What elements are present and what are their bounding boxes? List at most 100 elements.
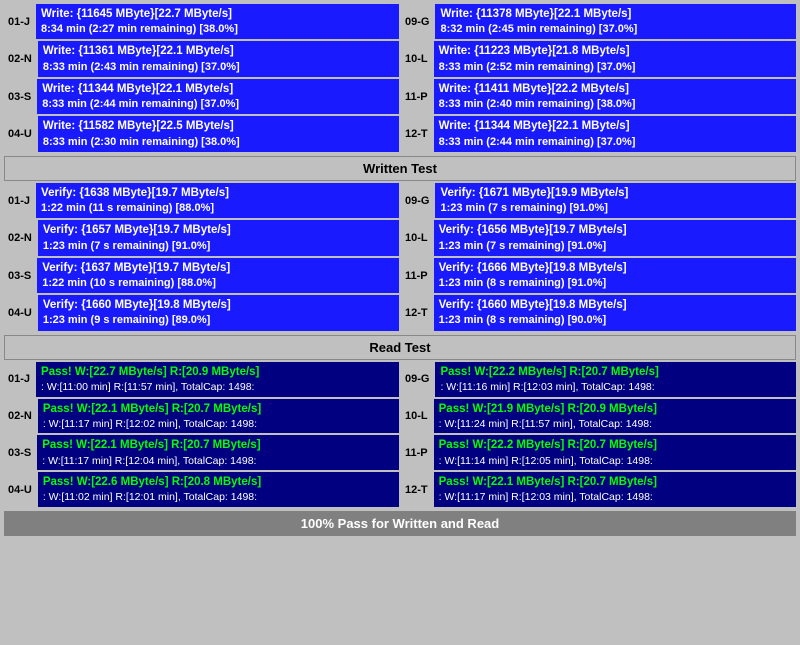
cell-line1: Write: {11344 MByte}[22.1 MByte/s] xyxy=(42,81,394,97)
cell-id-label: 09-G xyxy=(401,183,433,218)
cell-line1: Write: {11411 MByte}[22.2 MByte/s] xyxy=(439,81,791,97)
cell-content: Verify: {1666 MByte}[19.8 MByte/s]1:23 m… xyxy=(434,258,796,293)
cell-line2: 8:33 min (2:40 min remaining) [38.0%] xyxy=(439,97,791,112)
cell-id-label: 03-S xyxy=(4,79,35,114)
cell-line2: 8:33 min (2:30 min remaining) [38.0%] xyxy=(43,135,394,150)
cell-content: Verify: {1637 MByte}[19.7 MByte/s]1:22 m… xyxy=(37,258,399,293)
cell-id-label: 11-P xyxy=(401,79,432,114)
cell-line1: Write: {11223 MByte}[21.8 MByte/s] xyxy=(439,43,791,59)
cell-line2: : W:[11:00 min] R:[11:57 min], TotalCap:… xyxy=(41,380,394,395)
cell-id-label: 09-G xyxy=(401,362,433,397)
write-section: 01-JWrite: {11645 MByte}[22.7 MByte/s]8:… xyxy=(4,4,796,152)
cell-line2: 1:23 min (9 s remaining) [89.0%] xyxy=(43,313,394,328)
cell-line2: 8:33 min (2:44 min remaining) [37.0%] xyxy=(42,97,394,112)
cell-01-J: 01-J Verify: {1638 MByte}[19.7 MByte/s]1:… xyxy=(4,183,399,218)
cell-id-label: 10-L xyxy=(401,399,432,434)
written-test-label: Written Test xyxy=(363,161,437,176)
cell-11-P: 11-PWrite: {11411 MByte}[22.2 MByte/s]8:… xyxy=(401,79,796,114)
cell-content: Write: {11378 MByte}[22.1 MByte/s]8:32 m… xyxy=(435,4,796,39)
cell-12-T: 12-T Verify: {1660 MByte}[19.8 MByte/s]1:… xyxy=(401,295,796,330)
cell-02-N: 02-NVerify: {1657 MByte}[19.7 MByte/s]1:… xyxy=(4,220,399,255)
cell-id-label: 02-N xyxy=(4,399,36,434)
cell-line1: Pass! W:[22.2 MByte/s] R:[20.7 MByte/s] xyxy=(439,437,791,453)
cell-09-G: 09-GPass! W:[22.2 MByte/s] R:[20.7 MByte… xyxy=(401,362,796,397)
cell-line2: 1:23 min (8 s remaining) [90.0%] xyxy=(439,313,791,328)
cell-line1: Pass! W:[22.1 MByte/s] R:[20.7 MByte/s] xyxy=(42,437,394,453)
cell-content: Verify: {1657 MByte}[19.7 MByte/s]1:23 m… xyxy=(38,220,399,255)
cell-id-label: 11-P xyxy=(401,435,432,470)
cell-line2: 8:33 min (2:43 min remaining) [37.0%] xyxy=(43,60,394,75)
cell-10-L: 10-LPass! W:[21.9 MByte/s] R:[20.9 MByte… xyxy=(401,399,796,434)
cell-id-label: 12-T xyxy=(401,116,432,151)
cell-line2: 1:22 min (10 s remaining) [88.0%] xyxy=(42,276,394,291)
cell-line1: Pass! W:[22.1 MByte/s] R:[20.7 MByte/s] xyxy=(439,474,791,490)
cell-line2: : W:[11:16 min] R:[12:03 min], TotalCap:… xyxy=(440,380,791,395)
cell-id-label: 04-U xyxy=(4,295,36,330)
cell-content: Write: {11645 MByte}[22.7 MByte/s]8:34 m… xyxy=(36,4,399,39)
cell-line2: 8:33 min (2:44 min remaining) [37.0%] xyxy=(439,135,791,150)
cell-line2: 8:34 min (2:27 min remaining) [38.0%] xyxy=(41,22,394,37)
cell-id-label: 02-N xyxy=(4,41,36,76)
cell-line1: Write: {11378 MByte}[22.1 MByte/s] xyxy=(440,6,791,22)
cell-content: Write: {11582 MByte}[22.5 MByte/s]8:33 m… xyxy=(38,116,399,151)
cell-line1: Write: {11582 MByte}[22.5 MByte/s] xyxy=(43,118,394,134)
cell-line2: : W:[11:17 min] R:[12:03 min], TotalCap:… xyxy=(439,490,791,505)
cell-line1: Verify: {1638 MByte}[19.7 MByte/s] xyxy=(41,185,394,201)
cell-line2: : W:[11:17 min] R:[12:04 min], TotalCap:… xyxy=(42,454,394,469)
cell-line1: Verify: {1671 MByte}[19.9 MByte/s] xyxy=(440,185,791,201)
cell-line1: Pass! W:[21.9 MByte/s] R:[20.9 MByte/s] xyxy=(439,401,791,417)
cell-id-label: 12-T xyxy=(401,472,432,507)
cell-content: Write: {11361 MByte}[22.1 MByte/s]8:33 m… xyxy=(38,41,399,76)
cell-content: Write: {11344 MByte}[22.1 MByte/s]8:33 m… xyxy=(37,79,399,114)
read-test-header: Read Test xyxy=(4,335,796,360)
cell-line1: Verify: {1657 MByte}[19.7 MByte/s] xyxy=(43,222,394,238)
cell-id-label: 03-S xyxy=(4,258,35,293)
verify-section: 01-JVerify: {1638 MByte}[19.7 MByte/s]1:… xyxy=(4,183,796,331)
cell-content: Pass! W:[22.1 MByte/s] R:[20.7 MByte/s]:… xyxy=(37,435,399,470)
cell-line2: : W:[11:17 min] R:[12:02 min], TotalCap:… xyxy=(43,417,394,432)
cell-content: Pass! W:[22.2 MByte/s] R:[20.7 MByte/s]:… xyxy=(434,435,796,470)
cell-line1: Pass! W:[22.1 MByte/s] R:[20.7 MByte/s] xyxy=(43,401,394,417)
cell-id-label: 01-J xyxy=(4,183,34,218)
read-section: 01-J Pass! W:[22.7 MByte/s] R:[20.9 MByte… xyxy=(4,362,796,507)
cell-line1: Pass! W:[22.7 MByte/s] R:[20.9 MByte/s] xyxy=(41,364,394,380)
cell-content: Pass! W:[22.1 MByte/s] R:[20.7 MByte/s]:… xyxy=(434,472,796,507)
cell-content: Verify: {1671 MByte}[19.9 MByte/s]1:23 m… xyxy=(435,183,796,218)
cell-content: Write: {11344 MByte}[22.1 MByte/s]8:33 m… xyxy=(434,116,796,151)
cell-line2: 8:33 min (2:52 min remaining) [37.0%] xyxy=(439,60,791,75)
cell-line2: 1:23 min (7 s remaining) [91.0%] xyxy=(440,201,791,216)
cell-id-label: 01-J xyxy=(4,362,34,397)
footer-bar: 100% Pass for Written and Read xyxy=(4,511,796,536)
cell-03-S: 03-SPass! W:[22.1 MByte/s] R:[20.7 MByte… xyxy=(4,435,399,470)
cell-line1: Verify: {1637 MByte}[19.7 MByte/s] xyxy=(42,260,394,276)
cell-11-P: 11-PPass! W:[22.2 MByte/s] R:[20.7 MByte… xyxy=(401,435,796,470)
cell-line1: Write: {11645 MByte}[22.7 MByte/s] xyxy=(41,6,394,22)
cell-id-label: 11-P xyxy=(401,258,432,293)
cell-content: Pass! W:[21.9 MByte/s] R:[20.9 MByte/s]:… xyxy=(434,399,796,434)
cell-line2: : W:[11:14 min] R:[12:05 min], TotalCap:… xyxy=(439,454,791,469)
cell-id-label: 04-U xyxy=(4,472,36,507)
read-test-label: Read Test xyxy=(369,340,430,355)
cell-12-T: 12-TWrite: {11344 MByte}[22.1 MByte/s]8:… xyxy=(401,116,796,151)
cell-line2: 1:22 min (11 s remaining) [88.0%] xyxy=(41,201,394,216)
cell-line2: 1:23 min (7 s remaining) [91.0%] xyxy=(439,239,791,254)
cell-09-G: 09-GVerify: {1671 MByte}[19.9 MByte/s]1:… xyxy=(401,183,796,218)
cell-line2: 1:23 min (8 s remaining) [91.0%] xyxy=(439,276,791,291)
cell-content: Verify: {1656 MByte}[19.7 MByte/s]1:23 m… xyxy=(434,220,796,255)
cell-line2: : W:[11:02 min] R:[12:01 min], TotalCap:… xyxy=(43,490,394,505)
cell-id-label: 10-L xyxy=(401,220,432,255)
cell-id-label: 12-T xyxy=(401,295,432,330)
cell-04-U: 04-UWrite: {11582 MByte}[22.5 MByte/s]8:… xyxy=(4,116,399,151)
cell-id-label: 01-J xyxy=(4,4,34,39)
cell-line1: Verify: {1660 MByte}[19.8 MByte/s] xyxy=(439,297,791,313)
cell-line1: Verify: {1660 MByte}[19.8 MByte/s] xyxy=(43,297,394,313)
cell-03-S: 03-SVerify: {1637 MByte}[19.7 MByte/s]1:… xyxy=(4,258,399,293)
cell-03-S: 03-SWrite: {11344 MByte}[22.1 MByte/s]8:… xyxy=(4,79,399,114)
cell-12-T: 12-TPass! W:[22.1 MByte/s] R:[20.7 MByte… xyxy=(401,472,796,507)
cell-content: Write: {11411 MByte}[22.2 MByte/s]8:33 m… xyxy=(434,79,796,114)
cell-id-label: 03-S xyxy=(4,435,35,470)
cell-line1: Pass! W:[22.6 MByte/s] R:[20.8 MByte/s] xyxy=(43,474,394,490)
cell-01-J: 01-JWrite: {11645 MByte}[22.7 MByte/s]8:… xyxy=(4,4,399,39)
cell-11-P: 11-PVerify: {1666 MByte}[19.8 MByte/s]1:… xyxy=(401,258,796,293)
cell-01-J: 01-J Pass! W:[22.7 MByte/s] R:[20.9 MByte… xyxy=(4,362,399,397)
